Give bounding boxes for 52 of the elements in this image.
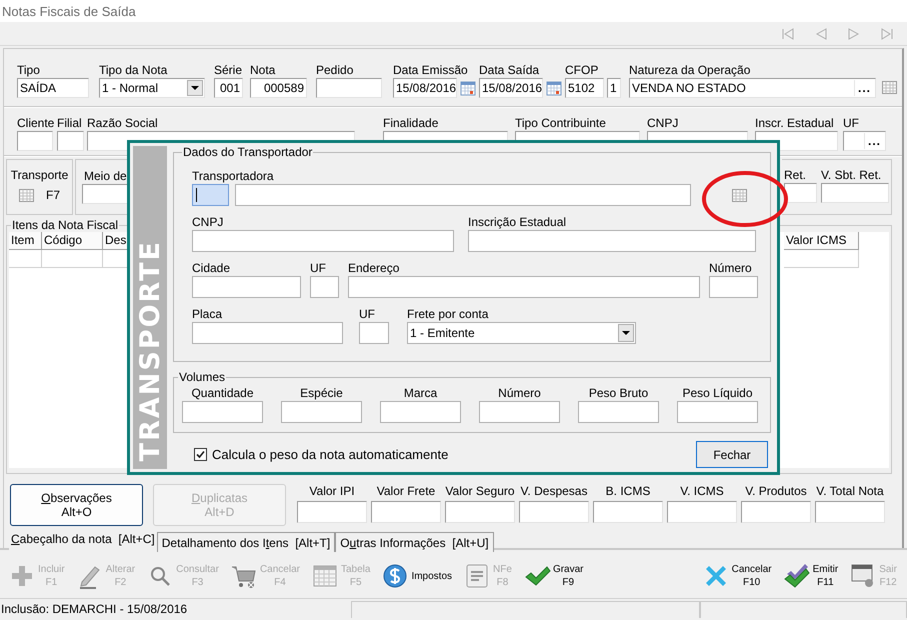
shortcut-label: F7 <box>46 188 60 202</box>
field-label: Valor IPI <box>308 484 356 499</box>
field-label: CFOP <box>565 63 600 78</box>
field-label: Placa <box>192 307 224 322</box>
field-label: Peso Bruto <box>588 386 650 401</box>
field-label: Filial <box>57 116 83 131</box>
field-label: V. ICMS <box>679 484 725 499</box>
field-label: Série <box>214 63 244 78</box>
field-label: V. Produtos <box>744 484 808 499</box>
window-title: Notas Fiscais de Saída <box>2 4 136 18</box>
field-label: Pedido <box>316 63 354 78</box>
field-label: Transporte <box>10 168 68 183</box>
field-label: Número <box>709 261 753 276</box>
field-label: Endereço <box>348 261 400 276</box>
field-label: Finalidade <box>383 116 440 131</box>
field-label: V. Total Nota <box>815 484 885 499</box>
field-label: Transportadora <box>192 169 274 183</box>
field-label: Espécie <box>299 386 344 401</box>
field-label: Quantidade <box>190 386 255 401</box>
field-label: B. ICMS <box>604 484 652 499</box>
group-title: Dados do Transportador <box>182 146 314 159</box>
field-label: Meio de <box>83 169 127 183</box>
field-label: Peso Líquido <box>681 386 754 401</box>
field-label: V. Despesas <box>520 484 588 499</box>
field-label: Cidade <box>192 261 232 276</box>
group-title: Itens da Nota Fiscal <box>11 219 120 232</box>
field-label: CNPJ <box>647 116 680 131</box>
field-label: Tipo Contribuinte <box>515 116 607 131</box>
field-label: UF <box>359 307 376 322</box>
status-text: Inclusão: DEMARCHI - 15/08/2016 <box>0 602 188 616</box>
field-label: Cliente <box>17 116 56 131</box>
group-title: Volumes <box>178 371 226 384</box>
field-label: UF <box>843 116 860 131</box>
field-label: Frete por conta <box>407 307 490 322</box>
field-label: Tipo da Nota <box>99 63 168 78</box>
field-label: UF <box>310 261 327 276</box>
field-label: V. Sbt. Ret. <box>821 168 882 183</box>
field-label: Natureza da Operação <box>629 63 752 78</box>
field-label: Razão Social <box>87 116 159 131</box>
field-label: Tipo <box>17 63 41 78</box>
field-label: Marca <box>402 386 438 401</box>
field-label: Data Saída <box>479 63 540 78</box>
side-title: TRANSPORTE <box>134 240 166 461</box>
field-label: Ret. <box>784 168 808 183</box>
field-label: Data Emissão <box>393 63 469 78</box>
field-label: Nota <box>250 63 276 78</box>
field-label: Inscrição Estadual <box>468 215 568 230</box>
field-label: Número <box>497 386 542 401</box>
field-label: CNPJ <box>192 215 224 230</box>
field-label: Valor Frete <box>376 484 436 499</box>
field-label: Inscr. Estadual <box>755 116 835 131</box>
field-label: Valor Seguro <box>445 484 515 499</box>
